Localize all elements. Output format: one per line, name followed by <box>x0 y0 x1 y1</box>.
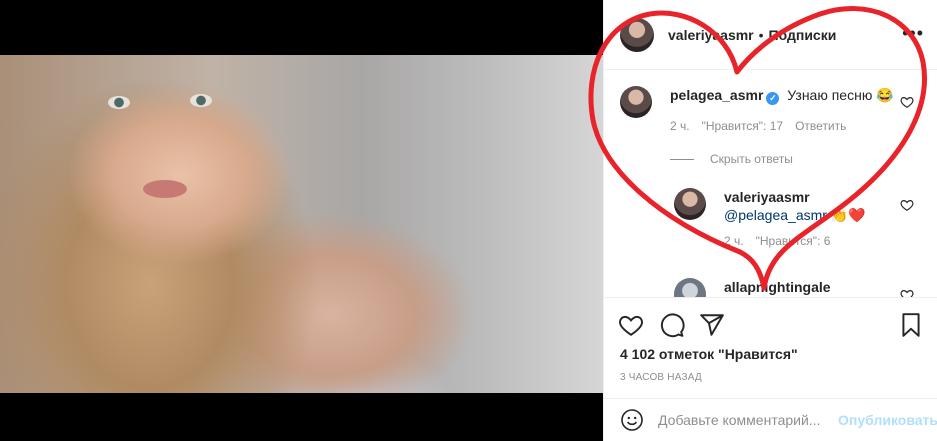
avatar[interactable] <box>674 188 706 220</box>
comments-list[interactable]: pelagea_asmr ✓ Узнаю песню 😂 2 ч. "Нравит… <box>604 70 937 298</box>
post-photo <box>0 55 603 393</box>
photo-detail <box>190 94 212 107</box>
smile-icon[interactable] <box>620 407 644 433</box>
post-actions-bar <box>604 308 937 340</box>
comment-author[interactable]: valeriyaasmr <box>724 189 810 205</box>
comment-input[interactable] <box>658 412 835 428</box>
verified-badge-icon: ✓ <box>766 92 780 105</box>
mention-link[interactable]: @pelagea_asmr <box>724 207 827 223</box>
like-comment-heart-icon[interactable] <box>900 198 914 212</box>
post-side-panel: valeriyaasmr • Подписки ••• pelagea_asmr… <box>603 0 937 441</box>
post-media[interactable] <box>0 0 603 441</box>
comment-author[interactable]: allapnightingale <box>724 279 831 295</box>
comment-item: pelagea_asmr ✓ Узнаю песню 😂 2 ч. "Нравит… <box>620 86 894 135</box>
reply-button[interactable]: Ответить <box>795 117 846 135</box>
separator-dot: • <box>758 26 764 43</box>
comment-icon[interactable] <box>659 312 685 338</box>
divider-line <box>670 158 694 160</box>
hide-replies-button[interactable]: Скрыть ответы <box>670 152 793 166</box>
comment-likes[interactable]: "Нравится": 6 <box>756 232 831 250</box>
bookmark-icon[interactable] <box>898 312 924 338</box>
post-timestamp[interactable]: 3 ЧАСОВ НАЗАД <box>620 372 702 383</box>
post-author-username[interactable]: valeriyaasmr <box>668 27 754 43</box>
add-comment-bar: Опубликовать <box>604 398 937 441</box>
send-icon[interactable] <box>699 312 725 338</box>
comment-time[interactable]: 2 ч. <box>670 117 690 135</box>
comment-item: valeriyaasmr @pelagea_asmr 👏❤️ 2 ч. "Нра… <box>674 188 866 250</box>
avatar[interactable] <box>674 278 706 297</box>
following-button[interactable]: Подписки <box>769 27 837 43</box>
comment-item: allapnightingale <box>674 278 831 297</box>
more-horizontal-icon[interactable]: ••• <box>902 24 924 42</box>
post-header: valeriyaasmr • Подписки ••• <box>604 0 937 70</box>
comment-text: 👏❤️ <box>830 207 866 223</box>
like-comment-heart-icon[interactable] <box>900 288 914 298</box>
like-comment-heart-icon[interactable] <box>900 95 914 109</box>
photo-detail <box>143 180 187 198</box>
comment-author[interactable]: pelagea_asmr <box>670 87 763 103</box>
avatar[interactable] <box>620 86 652 118</box>
heart-icon[interactable] <box>618 312 644 338</box>
publish-button[interactable]: Опубликовать <box>838 412 937 428</box>
photo-detail <box>108 96 130 109</box>
avatar[interactable] <box>620 17 654 52</box>
comment-likes[interactable]: "Нравится": 17 <box>702 117 784 135</box>
likes-count[interactable]: 4 102 отметок "Нравится" <box>620 346 798 362</box>
hide-replies-label: Скрыть ответы <box>710 152 793 166</box>
comment-text: Узнаю песню 😂 <box>787 87 894 103</box>
comment-time[interactable]: 2 ч. <box>724 232 744 250</box>
